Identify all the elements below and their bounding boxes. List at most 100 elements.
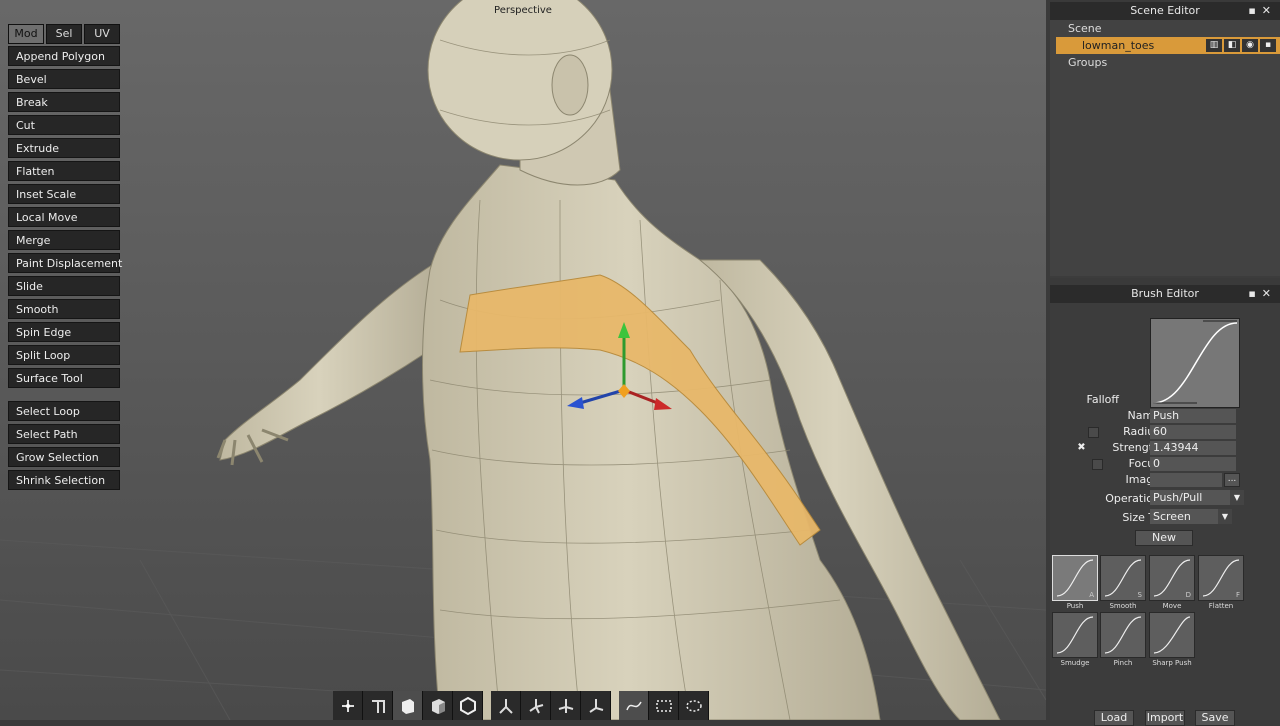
radius-field[interactable]: 60	[1150, 425, 1236, 439]
preset-hotkey: F	[1235, 591, 1240, 599]
falloff-row: Falloff	[1050, 393, 1280, 408]
rect-select-button[interactable]	[649, 691, 679, 720]
strength-checkbox[interactable]: ✖	[1077, 443, 1086, 453]
tab-uv[interactable]: UV	[84, 24, 120, 44]
load-button[interactable]: Load	[1094, 710, 1134, 726]
new-brush-button[interactable]: New	[1135, 530, 1193, 546]
radius-row: Radius 60	[1050, 425, 1280, 440]
select-loop-button[interactable]: Select Loop	[8, 401, 120, 421]
select-path-button[interactable]: Select Path	[8, 424, 120, 444]
preset-label: Sharp Push	[1152, 659, 1192, 667]
strength-row: ✖ Strength 1.43944	[1050, 441, 1280, 456]
tree-item-object[interactable]: lowman_toes ▥ ◧ ◉ ▪	[1056, 37, 1280, 54]
curve-icon	[1153, 616, 1191, 654]
image-field[interactable]	[1150, 473, 1222, 487]
radius-checkbox[interactable]	[1088, 427, 1099, 438]
cut-button[interactable]: Cut	[8, 115, 120, 135]
focus-checkbox[interactable]	[1092, 459, 1103, 470]
curve-icon	[1056, 616, 1094, 654]
axis-button-1[interactable]	[491, 691, 521, 720]
lock-icon[interactable]: ▪	[1260, 39, 1276, 52]
eye-icon[interactable]: ◉	[1242, 39, 1258, 52]
inset-scale-button[interactable]: Inset Scale	[8, 184, 120, 204]
grow-selection-button[interactable]: Grow Selection	[8, 447, 120, 467]
size-to-dropdown[interactable]: Screen ▼	[1150, 509, 1232, 524]
bevel-button[interactable]: Bevel	[8, 69, 120, 89]
surface-tool-button[interactable]: Surface Tool	[8, 368, 120, 388]
object-mode-button[interactable]	[423, 691, 453, 720]
tab-sel[interactable]: Sel	[46, 24, 82, 44]
tool-separator	[8, 391, 120, 401]
axis-icon	[588, 698, 603, 713]
scene-editor-panel: Scene Editor ▪✕ Scene lowman_toes ▥ ◧ ◉ …	[1050, 2, 1280, 278]
slide-button[interactable]: Slide	[8, 276, 120, 296]
axis-button-2[interactable]	[521, 691, 551, 720]
name-field[interactable]: Push	[1150, 409, 1236, 423]
ellipse-select-button[interactable]	[679, 691, 709, 720]
preset-hotkey: D	[1185, 591, 1191, 599]
preset-sharp-push[interactable]: Sharp Push	[1149, 612, 1195, 667]
maximize-icon[interactable]: ▪	[1248, 4, 1261, 17]
chevron-down-icon: ▼	[1218, 509, 1232, 524]
axis-button-3[interactable]	[551, 691, 581, 720]
preset-hotkey: S	[1137, 591, 1142, 599]
face-mode-icon	[401, 698, 414, 714]
tree-item-scene[interactable]: Scene	[1050, 20, 1280, 37]
save-button[interactable]: Save	[1195, 710, 1235, 726]
append-polygon-button[interactable]: Append Polygon	[8, 46, 120, 66]
preset-move[interactable]: D Move	[1149, 555, 1195, 610]
vertex-mode-button[interactable]	[333, 691, 363, 720]
preset-smudge[interactable]: Smudge	[1052, 612, 1098, 667]
operation-dropdown[interactable]: Push/Pull ▼	[1150, 490, 1244, 505]
preset-smooth[interactable]: S Smooth	[1100, 555, 1146, 610]
focus-field[interactable]: 0	[1150, 457, 1236, 471]
preset-label: Flatten	[1208, 602, 1234, 610]
object-name: lowman_toes	[1082, 39, 1155, 52]
preset-push[interactable]: A Push	[1052, 555, 1098, 610]
local-move-button[interactable]: Local Move	[8, 207, 120, 227]
vertex-mode-icon	[341, 699, 354, 712]
shading-icon[interactable]: ◧	[1224, 39, 1240, 52]
merge-button[interactable]: Merge	[8, 230, 120, 250]
close-icon[interactable]: ✕	[1262, 287, 1277, 300]
tab-mod[interactable]: Mod	[8, 24, 44, 44]
edge-mode-button[interactable]	[363, 691, 393, 720]
axis-button-4[interactable]	[581, 691, 611, 720]
viewport-scene[interactable]	[0, 0, 1046, 720]
size-to-value: Screen	[1153, 510, 1191, 523]
close-icon[interactable]: ✕	[1262, 4, 1277, 17]
face-mode-button[interactable]	[393, 691, 423, 720]
preset-label: Smooth	[1109, 602, 1137, 610]
split-loop-button[interactable]: Split Loop	[8, 345, 120, 365]
extrude-button[interactable]: Extrude	[8, 138, 120, 158]
wireframe-icon[interactable]: ▥	[1206, 39, 1222, 52]
size-to-row: Size To Screen ▼	[1050, 509, 1280, 526]
operation-value: Push/Pull	[1153, 491, 1203, 504]
spin-edge-button[interactable]: Spin Edge	[8, 322, 120, 342]
preset-thumbnail: F	[1198, 555, 1244, 601]
preset-pinch[interactable]: Pinch	[1100, 612, 1146, 667]
edge-mode-icon	[371, 699, 385, 713]
cube-icon	[431, 698, 445, 714]
import-button[interactable]: Import	[1145, 710, 1185, 726]
strength-field[interactable]: 1.43944	[1150, 441, 1236, 455]
3d-viewport[interactable]: Perspective	[0, 0, 1046, 720]
character-mesh[interactable]	[216, 0, 1001, 720]
panel-window-buttons: ▪✕	[1248, 2, 1277, 20]
preset-label: Move	[1162, 602, 1182, 610]
curve-icon	[1104, 616, 1142, 654]
flatten-button[interactable]: Flatten	[8, 161, 120, 181]
lasso-select-button[interactable]	[619, 691, 649, 720]
preset-flatten[interactable]: F Flatten	[1198, 555, 1244, 610]
preset-hotkey: A	[1089, 591, 1094, 599]
curve-select-icon	[625, 701, 642, 710]
brush-editor-title: Brush Editor	[1131, 287, 1199, 300]
mesh-mode-button[interactable]	[453, 691, 483, 720]
maximize-icon[interactable]: ▪	[1248, 287, 1261, 300]
paint-displacement-button[interactable]: Paint Displacement	[8, 253, 122, 273]
shrink-selection-button[interactable]: Shrink Selection	[8, 470, 120, 490]
smooth-button[interactable]: Smooth	[8, 299, 120, 319]
break-button[interactable]: Break	[8, 92, 120, 112]
tree-item-groups[interactable]: Groups	[1050, 54, 1280, 71]
image-browse-button[interactable]: ...	[1224, 473, 1240, 487]
